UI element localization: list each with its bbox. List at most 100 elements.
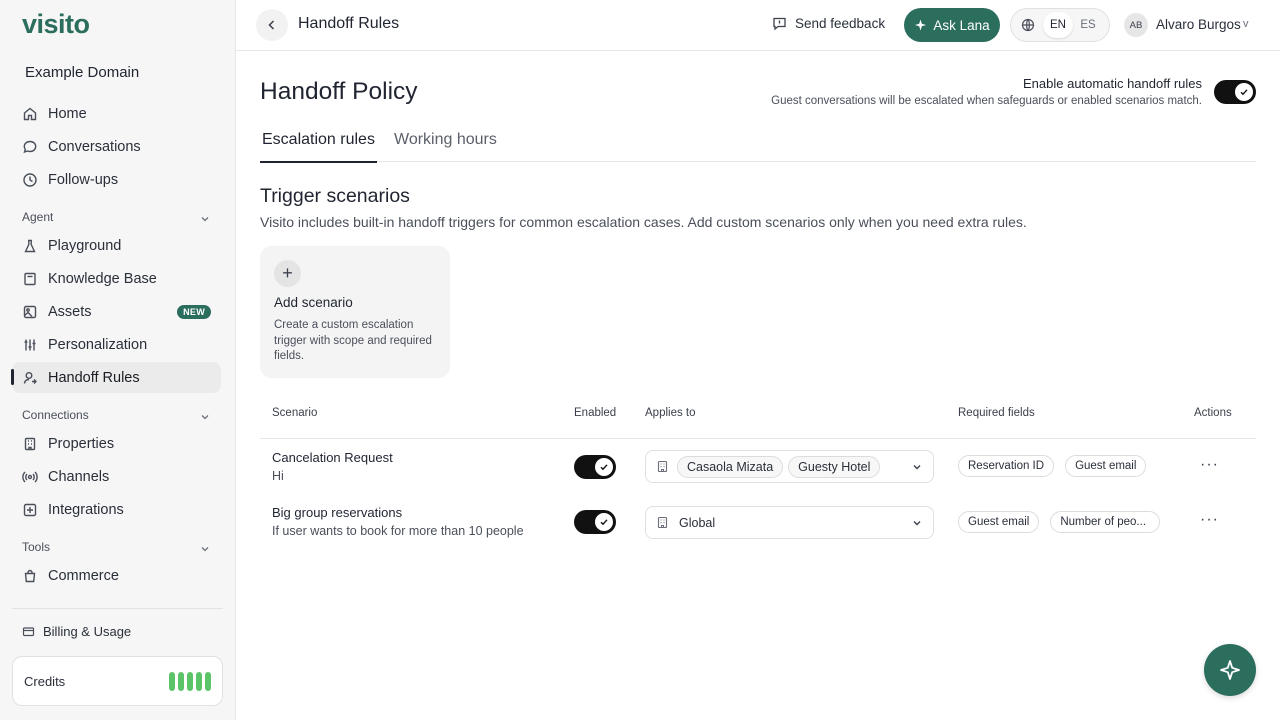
page-title: Handoff Policy [260,78,418,105]
broadcast-icon [22,469,38,485]
column-header-required-fields: Required fields [958,407,1035,419]
tab-working-hours[interactable]: Working hours [392,131,499,161]
assistant-fab-button[interactable] [1204,644,1256,696]
page-breadcrumb-title: Handoff Rules [298,15,400,32]
required-field-chip: Reservation ID [958,455,1055,477]
sidebar-item-properties[interactable]: Properties [12,428,221,459]
required-fields: Reservation ID Guest email [958,455,1151,477]
sidebar-item-label: Channels [48,468,110,485]
scenario-enabled-toggle[interactable] [574,455,616,479]
user-menu-chevron[interactable]: v [1243,18,1249,30]
avatar[interactable]: AB [1124,13,1148,37]
add-scenario-card[interactable]: + Add scenario Create a custom escalatio… [260,246,450,378]
sidebar-item-label: Follow-ups [48,171,119,188]
sidebar-item-commerce[interactable]: Commerce [12,560,221,591]
chevron-down-icon[interactable] [199,212,211,224]
scenario-title[interactable]: Big group reservations [272,505,402,520]
home-icon [22,106,38,122]
book-icon [22,271,38,287]
language-option-en[interactable]: EN [1043,12,1073,38]
credits-widget[interactable]: Credits [12,656,223,706]
integrations-icon [22,502,38,518]
sidebar-item-handoff-rules[interactable]: Handoff Rules [12,362,221,393]
row-actions-button[interactable]: ··· [1200,511,1219,529]
billing-link[interactable]: Billing & Usage [22,624,131,639]
applies-to-select[interactable]: Global [645,506,934,539]
globe-icon [1021,18,1035,32]
section-description: Visito includes built-in handoff trigger… [260,214,1027,230]
column-header-enabled: Enabled [574,407,617,419]
flask-icon [22,238,38,254]
ask-lana-button[interactable]: Ask Lana [904,8,1000,42]
sidebar-item-conversations[interactable]: Conversations [12,131,221,162]
sidebar-item-home[interactable]: Home [12,98,221,129]
sidebar-item-integrations[interactable]: Integrations [12,494,221,525]
add-scenario-description: Create a custom escalation trigger with … [274,319,432,362]
table-header-divider [260,438,1256,439]
credits-label: Credits [24,673,66,689]
scenario-enabled-toggle[interactable] [574,510,616,534]
chevron-down-icon [911,517,923,529]
applies-to-value: Global [679,515,716,530]
auto-handoff-toggle[interactable] [1214,80,1256,104]
required-field-chip: Guest email [1065,455,1147,477]
credits-meter [169,671,211,691]
add-scenario-title: Add scenario [274,295,353,310]
sidebar-item-knowledge-base[interactable]: Knowledge Base [12,263,221,294]
sidebar-item-label: Knowledge Base [48,270,157,287]
column-header-actions: Actions [1194,407,1232,419]
check-icon [1235,83,1253,101]
building-icon [22,436,38,452]
property-chip: Guesty Hotel [788,455,881,478]
required-field-chip: Guest email [958,511,1040,533]
sidebar-item-label: Home [48,105,87,122]
applies-to-select[interactable]: Casaola Mizata Guesty Hotel [645,450,934,483]
auto-handoff-description: Guest conversations will be escalated wh… [771,95,1202,107]
sidebar-item-assets[interactable]: Assets NEW [12,296,221,327]
sidebar-item-channels[interactable]: Channels [12,461,221,492]
active-indicator [11,369,14,385]
tab-escalation-rules[interactable]: Escalation rules [260,131,377,163]
auto-handoff-title: Enable automatic handoff rules [1023,76,1202,91]
back-button[interactable] [256,9,288,41]
credit-bar [178,671,184,691]
sparkle-icon [1220,660,1240,680]
section-label-agent: Agent [22,210,54,224]
sidebar-item-playground[interactable]: Playground [12,230,221,261]
required-field-chip: Number of peo... [1050,511,1161,533]
brand-logo[interactable]: visito [22,9,90,40]
clock-icon [22,172,38,188]
chevron-left-icon [268,20,275,30]
sliders-icon [22,337,38,353]
billing-label: Billing & Usage [43,624,132,639]
language-switcher: EN ES [1010,8,1110,42]
building-icon [656,516,669,529]
sparkle-icon [914,19,927,32]
new-badge: NEW [177,304,211,319]
scenario-description: Hi [272,469,284,483]
chevron-down-icon[interactable] [199,410,211,422]
sidebar-item-follow-ups[interactable]: Follow-ups [12,164,221,195]
credit-bar [205,671,211,691]
topbar: Handoff Rules Send feedback Ask Lana EN … [236,0,1280,51]
section-label-connections: Connections [22,408,89,422]
user-name[interactable]: Alvaro Burgos [1156,17,1241,32]
column-header-scenario: Scenario [272,407,318,419]
credit-card-icon [22,625,35,638]
domain-name[interactable]: Example Domain [25,64,139,81]
sidebar-divider [12,608,223,609]
scenario-title[interactable]: Cancelation Request [272,450,393,465]
sidebar-item-label: Integrations [48,501,124,518]
sidebar-item-personalization[interactable]: Personalization [12,329,221,360]
credit-bar [169,671,175,691]
user-handoff-icon [22,370,38,386]
section-label-tools: Tools [22,540,51,554]
chevron-down-icon[interactable] [199,542,211,554]
row-actions-button[interactable]: ··· [1200,456,1219,474]
sidebar-item-label: Handoff Rules [48,369,140,386]
send-feedback-button[interactable]: Send feedback [772,16,885,31]
property-chip: Casaola Mizata [677,455,784,478]
sidebar-item-label: Commerce [48,567,119,584]
language-option-es[interactable]: ES [1073,12,1103,38]
sidebar: visito Example Domain Home Conversations… [0,0,236,720]
